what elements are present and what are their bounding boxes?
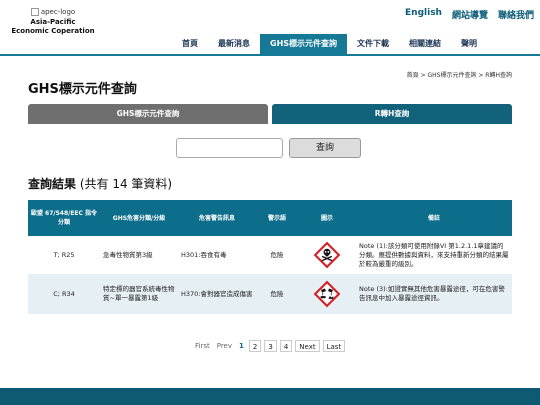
col-ghs-class: GHS危害分類/分級 — [100, 200, 178, 236]
signal-word-cell: 危險 — [256, 236, 298, 274]
hazard-statement-cell: H370:會對器官造成傷害 — [178, 274, 256, 314]
page-title: GHS標示元件查詢 — [28, 82, 137, 97]
page-next[interactable]: Next — [295, 340, 320, 352]
table-header-row: 歐盟 67/548/EEC 指令分類 GHS危害分類/分級 危害警告訊息 警示語… — [28, 200, 512, 236]
page-1[interactable]: 1 — [237, 340, 246, 352]
page-first[interactable]: First — [193, 340, 212, 352]
table-row: C; R34 特定標的器官系統毒性物質~單一暴露第1級 H370:會對器官造成傷… — [28, 274, 512, 314]
page-2[interactable]: 2 — [248, 340, 262, 352]
nav-home[interactable]: 首頁 — [172, 34, 208, 54]
pagination: First Prev 1 2 3 4 Next Last — [193, 340, 346, 352]
ghs-class-cell: 特定標的器官系統毒性物質~單一暴露第1級 — [100, 274, 178, 314]
pictogram-cell — [298, 274, 356, 314]
page-3[interactable]: 3 — [264, 340, 277, 352]
ghs-class-cell: 急毒性物質第3級 — [100, 236, 178, 274]
hazard-statement-cell: H301:吞食有毒 — [178, 236, 256, 274]
footer — [0, 388, 540, 405]
breadcrumb: 首頁 > GHS標示元件查詢 > R轉H查詢 — [406, 72, 512, 79]
utility-nav: English 網站導覽 聯絡我們 — [405, 8, 534, 21]
col-pictogram: 圖示 — [298, 200, 356, 236]
eu-class-cell: T; R25 — [28, 236, 100, 274]
results-count: (共有 14 筆資料) — [76, 177, 173, 191]
table-row: T; R25 急毒性物質第3級 H301:吞食有毒 危險 Note (1):該分… — [28, 236, 512, 274]
pictogram-cell — [298, 236, 356, 274]
page-4[interactable]: 4 — [279, 340, 293, 352]
results-table: 歐盟 67/548/EEC 指令分類 GHS危害分類/分級 危害警告訊息 警示語… — [28, 200, 512, 314]
query-tabs: GHS標示元件查詢 R轉H查詢 — [28, 104, 512, 124]
note-cell: Note (1):該分類可使用附錄VI 第1.2.1.1章建議的分類。應提供數據… — [356, 236, 512, 274]
nav-divider — [0, 54, 540, 56]
results-heading: 查詢結果 (共有 14 筆資料) — [28, 175, 172, 192]
org-name-line1: Asia-Pacific — [30, 18, 76, 26]
tab-r-to-h-query[interactable]: R轉H查詢 — [272, 104, 512, 124]
nav-statement[interactable]: 聲明 — [451, 34, 487, 54]
nav-links[interactable]: 相關連結 — [399, 34, 451, 54]
note-cell: Note (3):如證實無其他危害暴露途徑，可在危害警告訊息中加入暴露途徑資訊。 — [356, 274, 512, 314]
english-link[interactable]: English — [405, 8, 442, 21]
contact-link[interactable]: 聯絡我們 — [498, 8, 534, 21]
col-hazard-statement: 危害警告訊息 — [178, 200, 256, 236]
skull-and-crossbones-icon — [313, 241, 341, 269]
nav-downloads[interactable]: 文件下載 — [347, 34, 399, 54]
tab-ghs-query[interactable]: GHS標示元件查詢 — [28, 104, 268, 124]
signal-word-cell: 危險 — [256, 274, 298, 314]
search-input[interactable] — [176, 138, 283, 158]
nav-ghs-query[interactable]: GHS標示元件查詢 — [260, 34, 348, 54]
nav-news[interactable]: 最新消息 — [208, 34, 260, 54]
eu-class-cell: C; R34 — [28, 274, 100, 314]
col-note: 備註 — [356, 200, 512, 236]
sitemap-link[interactable]: 網站導覽 — [452, 8, 488, 21]
col-eu-class: 歐盟 67/548/EEC 指令分類 — [28, 200, 100, 236]
corrosion-icon — [313, 280, 341, 308]
apec-logo[interactable]: apec-logo Asia-Pacific Economic Coperati… — [10, 8, 96, 36]
org-name-line2: Economic Coperation — [11, 27, 95, 35]
page-prev[interactable]: Prev — [215, 340, 234, 352]
page-last[interactable]: Last — [322, 340, 346, 352]
search-button[interactable]: 查詢 — [289, 138, 361, 158]
col-signal-word: 警示語 — [256, 200, 298, 236]
search-row: 查詢 — [176, 138, 361, 158]
broken-image-icon — [30, 8, 39, 16]
logo-image: apec-logo — [10, 8, 96, 16]
logo-alt-text: apec-logo — [40, 8, 76, 16]
main-nav: 首頁 最新消息 GHS標示元件查詢 文件下載 相關連結 聲明 — [172, 34, 487, 54]
results-heading-label: 查詢結果 — [28, 177, 77, 191]
